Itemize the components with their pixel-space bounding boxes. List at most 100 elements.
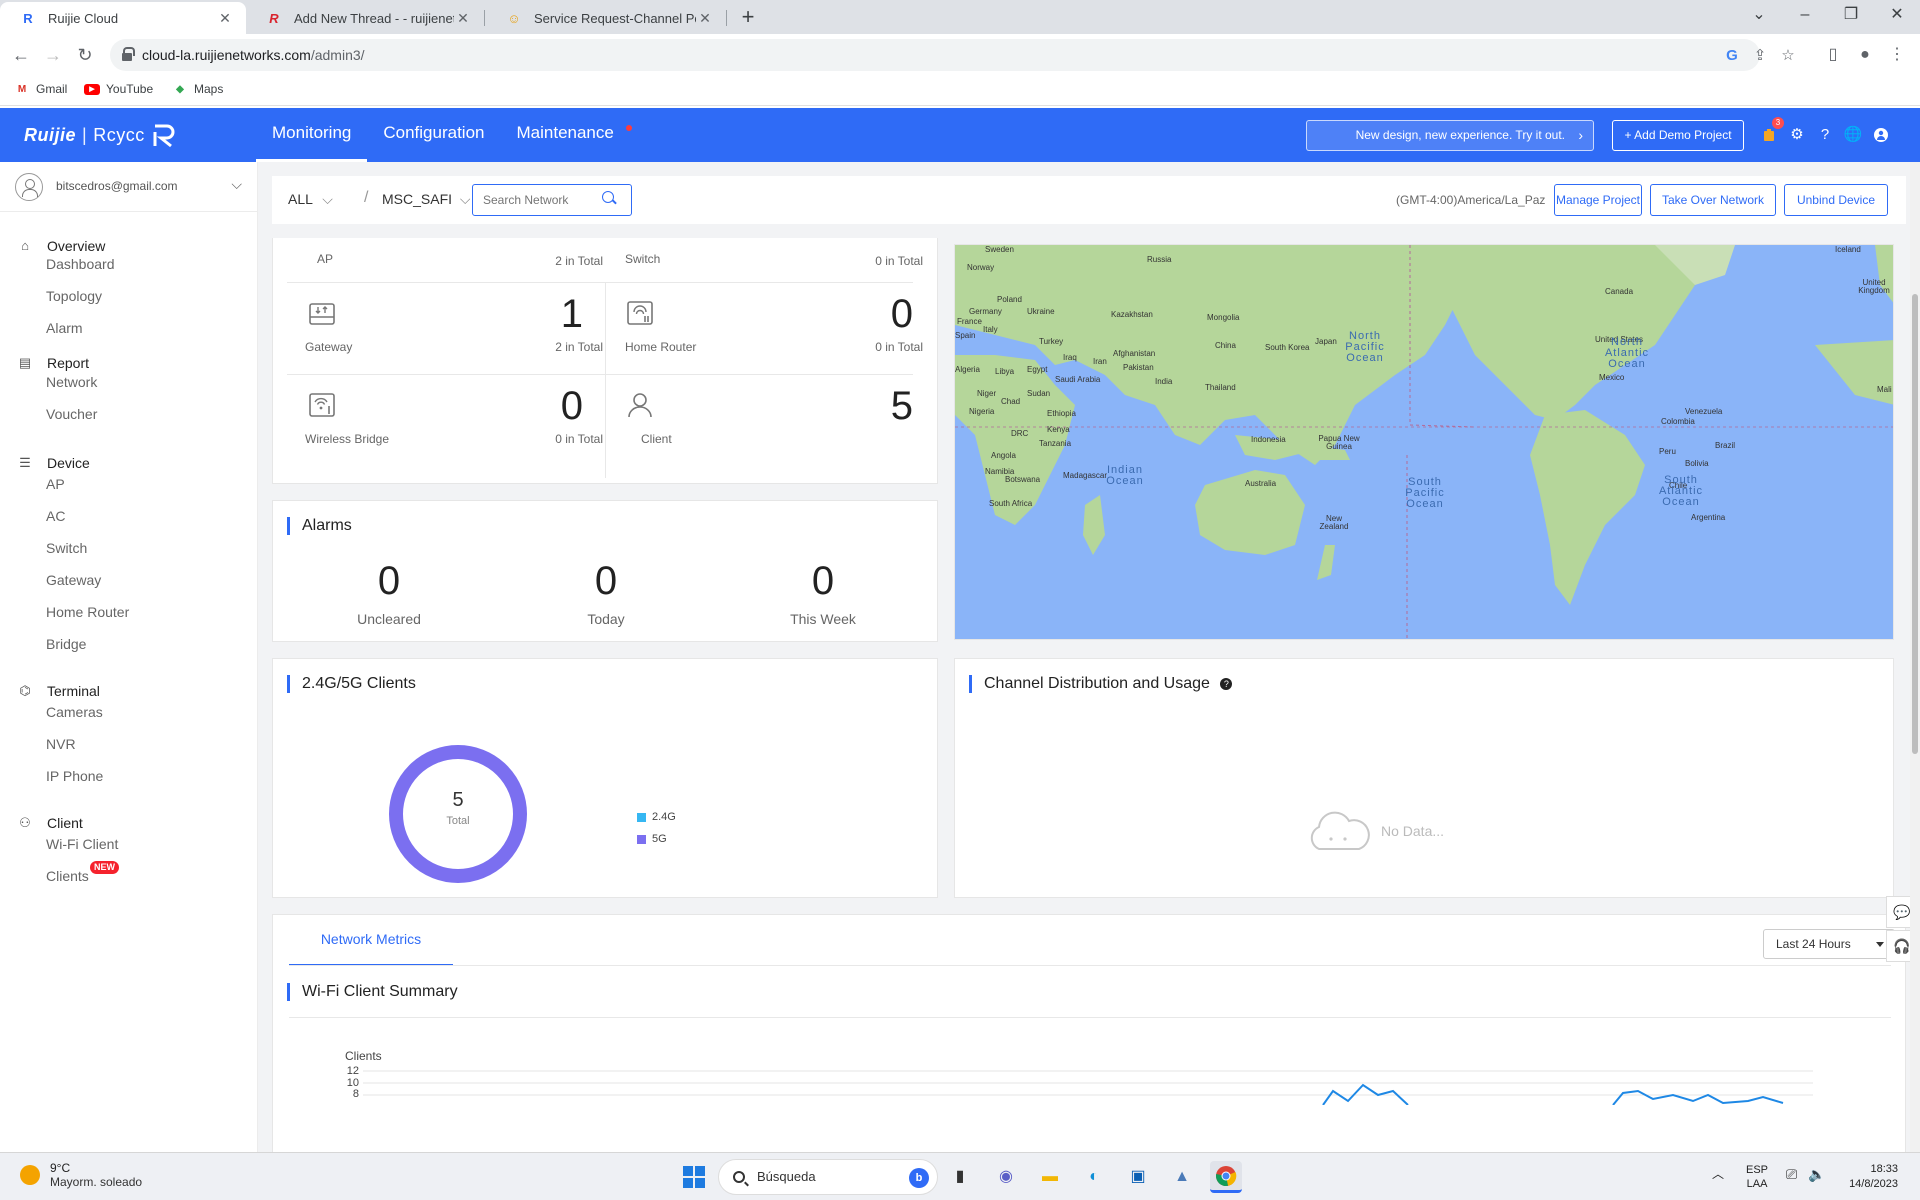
sidebar-group-report[interactable]: ▤ Report: [0, 348, 258, 378]
share-icon[interactable]: ⇪: [1750, 46, 1770, 66]
google-lens-icon[interactable]: G: [1722, 46, 1742, 66]
tab-ruijie-cloud[interactable]: R Ruijie Cloud ✕: [0, 2, 246, 34]
page-scrollbar[interactable]: [1910, 162, 1920, 1152]
client-count[interactable]: 5: [833, 386, 913, 426]
sidebar-item-network[interactable]: Network: [46, 370, 97, 394]
scope-dropdown[interactable]: ALL ⌵: [288, 191, 333, 208]
tray-chevron-up-icon[interactable]: ︿: [1712, 1167, 1724, 1181]
close-icon[interactable]: ✕: [216, 10, 234, 27]
sidebar-item-switch[interactable]: Switch: [46, 536, 87, 560]
sidebar-item-gateway[interactable]: Gateway: [46, 568, 101, 592]
account-selector[interactable]: bitscedros@gmail.com ⌵: [0, 162, 258, 212]
nav-monitoring[interactable]: Monitoring: [256, 108, 368, 162]
bookmark-gmail[interactable]: M Gmail: [14, 82, 68, 96]
nav-configuration[interactable]: Configuration: [367, 108, 500, 162]
bookmark-youtube[interactable]: ▶ YouTube: [84, 82, 153, 96]
side-panel-icon[interactable]: ▯: [1820, 42, 1846, 68]
minimize-button[interactable]: –: [1782, 0, 1828, 30]
edge-browser-icon[interactable]: ◐: [1078, 1161, 1110, 1193]
alarm-today-count[interactable]: 0: [526, 561, 686, 601]
new-tab-button[interactable]: +: [736, 4, 760, 30]
sidebar-item-alarm[interactable]: Alarm: [46, 316, 83, 340]
world-map[interactable]: Sweden Russia Iceland Norway Poland Germ…: [954, 244, 1894, 640]
profile-avatar-icon[interactable]: ●: [1852, 42, 1878, 68]
network-icon[interactable]: ⎚: [1786, 1167, 1797, 1181]
sidebar-item-clients[interactable]: Clients NEW: [46, 861, 119, 888]
wireless-bridge-count[interactable]: 0: [503, 386, 583, 426]
map-label-mali: Mali: [1877, 385, 1892, 394]
nav-maintenance[interactable]: Maintenance: [501, 108, 640, 162]
chrome-taskbar-icon[interactable]: [1210, 1161, 1242, 1193]
sidebar-item-bridge[interactable]: Bridge: [46, 632, 86, 656]
store-icon[interactable]: ▣: [1122, 1161, 1154, 1193]
close-icon[interactable]: ✕: [454, 10, 472, 27]
sidebar-item-voucher[interactable]: Voucher: [46, 402, 97, 426]
sidebar-item-ac[interactable]: AC: [46, 504, 65, 528]
bing-icon: b: [909, 1168, 929, 1188]
gateway-count[interactable]: 1: [503, 294, 583, 334]
tab-add-new-thread[interactable]: R Add New Thread - - ruijienetwor ✕: [246, 2, 484, 34]
tab-network-metrics[interactable]: Network Metrics: [289, 915, 453, 966]
sidebar-item-cameras[interactable]: Cameras: [46, 700, 103, 724]
globe-icon[interactable]: 🌐: [1842, 124, 1864, 146]
windows-start-icon[interactable]: [678, 1161, 710, 1193]
manage-project-button[interactable]: Manage Project: [1554, 184, 1642, 216]
help-icon[interactable]: ?: [1220, 678, 1233, 690]
alarms-title: Alarms: [287, 517, 352, 535]
sidebar-item-ap[interactable]: AP: [46, 472, 65, 496]
ruijie-logo[interactable]: Ruijie | Rcycc: [24, 122, 179, 148]
forward-arrow-icon[interactable]: →: [40, 42, 66, 68]
project-dropdown[interactable]: MSC_SAFI ⌵: [382, 191, 471, 208]
map-label-south-africa: South Africa: [989, 499, 1033, 508]
back-arrow-icon[interactable]: ←: [8, 42, 34, 68]
reload-icon[interactable]: ↻: [72, 42, 98, 68]
legend-item-5g[interactable]: 5G: [637, 833, 667, 845]
sidebar-group-terminal[interactable]: ⌬ Terminal: [0, 676, 258, 706]
alarm-week-count[interactable]: 0: [743, 561, 903, 601]
sidebar-item-nvr[interactable]: NVR: [46, 732, 76, 756]
teams-chat-icon[interactable]: ◉: [990, 1161, 1022, 1193]
bookmark-star-icon[interactable]: ☆: [1778, 46, 1798, 66]
weather-widget[interactable]: 9°C Mayorm. soleado: [20, 1161, 142, 1189]
restore-button[interactable]: ❐: [1828, 0, 1874, 30]
taskbar-search[interactable]: Búsqueda b: [718, 1159, 938, 1195]
address-bar[interactable]: cloud-la.ruijienetworks.com/admin3/ G ⇪ …: [110, 39, 1795, 71]
chart-ylabel: Clients: [345, 1049, 382, 1063]
sidebar-group-client[interactable]: ⚇ Client: [0, 808, 258, 838]
system-clock[interactable]: 18:33 14/8/2023: [1818, 1162, 1898, 1192]
gear-icon[interactable]: ⚙: [1786, 124, 1808, 146]
help-icon[interactable]: ?: [1814, 124, 1836, 146]
take-over-network-button[interactable]: Take Over Network: [1650, 184, 1776, 216]
sidebar-item-dashboard[interactable]: Dashboard: [46, 252, 115, 276]
task-view-icon[interactable]: ▮: [944, 1161, 976, 1193]
new-design-banner[interactable]: New design, new experience. Try it out. …: [1306, 120, 1594, 151]
sidebar-item-topology[interactable]: Topology: [46, 284, 102, 308]
breadcrumb-separator: /: [364, 189, 369, 206]
close-icon[interactable]: ✕: [696, 10, 714, 27]
sidebar-item-home-router[interactable]: Home Router: [46, 600, 129, 624]
home-router-count[interactable]: 0: [833, 294, 913, 334]
map-label-ethiopia: Ethiopia: [1047, 409, 1076, 418]
time-range-select[interactable]: Last 24 Hours: [1763, 929, 1895, 959]
sidebar-item-wifi-client[interactable]: Wi-Fi Client: [46, 832, 118, 856]
language-indicator[interactable]: ESP LAA: [1746, 1163, 1768, 1191]
sidebar-group-device[interactable]: ☰ Device: [0, 448, 258, 478]
bookmark-maps[interactable]: ◆ Maps: [172, 82, 223, 96]
tab-service-request[interactable]: ☺ Service Request-Channel Portal ✕: [486, 2, 726, 34]
legend-item-24g[interactable]: 2.4G: [637, 811, 676, 823]
unbind-device-button[interactable]: Unbind Device: [1784, 184, 1888, 216]
sidebar-item-ip-phone[interactable]: IP Phone: [46, 764, 103, 788]
menu-kebab-icon[interactable]: ⋮: [1884, 42, 1910, 68]
donut-segment-5g[interactable]: [389, 745, 527, 883]
search-icon[interactable]: [602, 191, 614, 203]
lock-icon[interactable]: [122, 47, 135, 61]
scrollbar-thumb[interactable]: [1912, 294, 1918, 754]
tab-search-chevron-icon[interactable]: ⌄: [1736, 0, 1782, 30]
window-close-button[interactable]: ✕: [1874, 0, 1920, 30]
file-explorer-icon[interactable]: ▬: [1034, 1161, 1066, 1193]
alarm-uncleared-count[interactable]: 0: [309, 561, 469, 601]
add-demo-project-button[interactable]: + Add Demo Project: [1612, 120, 1744, 151]
sidebar-group-overview[interactable]: ⌂ Overview: [0, 231, 258, 261]
user-icon[interactable]: [1870, 124, 1892, 146]
monitor-app-icon[interactable]: ▲: [1166, 1161, 1198, 1193]
